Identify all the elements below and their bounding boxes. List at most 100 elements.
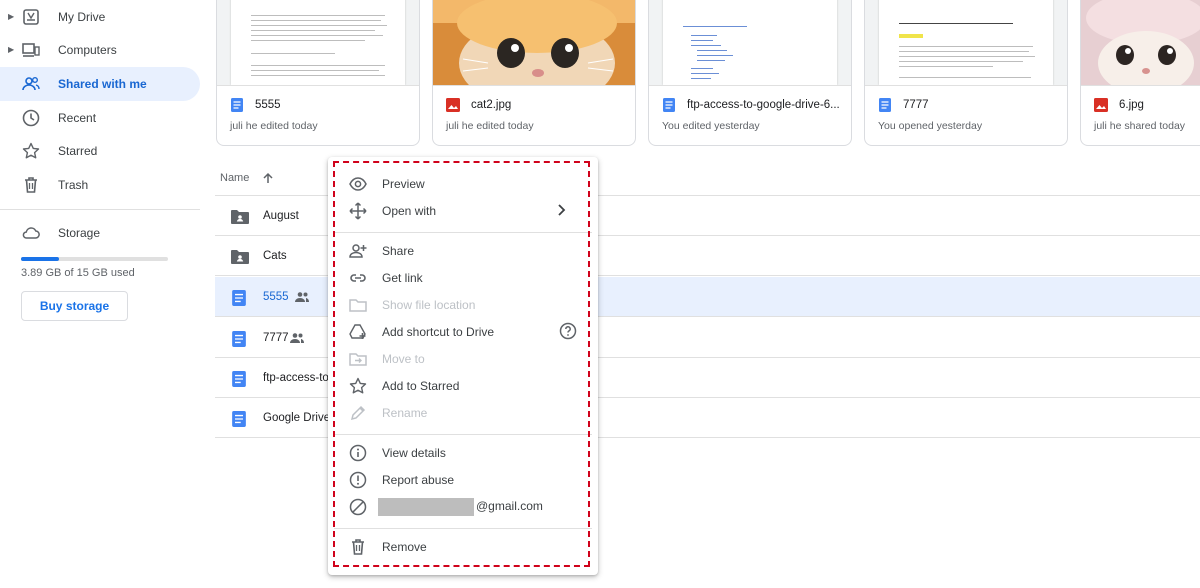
menu-item-label: Rename xyxy=(382,406,428,420)
row-file-name: Cats xyxy=(263,250,287,262)
storage-bar xyxy=(21,257,168,261)
menu-item-label: Show file location xyxy=(382,298,476,312)
menu-item-label: Preview xyxy=(382,177,425,191)
sidebar-item-label: Computers xyxy=(58,43,117,57)
pencil-icon xyxy=(349,404,367,422)
doc-file-icon xyxy=(230,98,244,112)
card-file-meta: You edited yesterday xyxy=(662,120,760,132)
menu-separator xyxy=(334,232,592,233)
move-to-folder-icon xyxy=(349,350,367,368)
menu-item-label: Report abuse xyxy=(382,473,455,487)
expand-caret-icon[interactable]: ▶ xyxy=(8,45,14,54)
row-file-name: 5555 xyxy=(263,291,289,303)
list-header-name[interactable]: Name xyxy=(220,172,274,184)
menu-item-add-shortcut[interactable]: Add shortcut to Drive xyxy=(328,319,598,345)
column-name-label: Name xyxy=(220,172,250,184)
menu-item-move-to: Move to xyxy=(328,346,598,372)
menu-item-label: View details xyxy=(382,446,446,460)
menu-separator xyxy=(334,528,592,529)
sidebar-item-label: My Drive xyxy=(58,10,106,24)
menu-item-get-link[interactable]: Get link xyxy=(328,265,598,291)
menu-item-open-with[interactable]: Open with xyxy=(328,198,598,224)
file-card-6[interactable]: 6.jpg juli he shared today xyxy=(1080,0,1200,146)
card-file-name: 5555 xyxy=(255,99,281,111)
row-file-name: August xyxy=(263,210,299,222)
row-file-name: ftp-access-to xyxy=(263,372,329,384)
menu-item-show-file-location: Show file location xyxy=(328,292,598,318)
buy-storage-button[interactable]: Buy storage xyxy=(21,291,128,321)
sort-arrow-up-icon[interactable] xyxy=(262,172,274,184)
card-file-meta: juli he edited today xyxy=(446,120,534,132)
card-file-meta: juli he shared today xyxy=(1094,120,1186,132)
star-icon xyxy=(22,142,40,160)
card-file-name: ftp-access-to-google-drive-6... xyxy=(687,99,840,111)
doc-thumbnail xyxy=(217,0,419,86)
card-file-name: 6.jpg xyxy=(1119,99,1144,111)
card-file-meta: juli he edited today xyxy=(230,120,318,132)
file-card-cat2[interactable]: cat2.jpg juli he edited today xyxy=(432,0,636,146)
folder-icon xyxy=(349,296,367,314)
menu-item-add-to-starred[interactable]: Add to Starred xyxy=(328,373,598,399)
sidebar-item-label: Storage xyxy=(58,226,101,240)
sidebar-item-recent[interactable]: Recent xyxy=(0,101,200,135)
redacted-email-block xyxy=(378,498,474,516)
info-icon xyxy=(349,444,367,462)
cat-image-thumbnail xyxy=(1081,0,1200,86)
menu-item-block-user[interactable]: @gmail.com xyxy=(328,494,598,520)
storage-used-text: 3.89 GB of 15 GB used xyxy=(21,267,135,279)
sidebar-item-starred[interactable]: Starred xyxy=(0,134,200,168)
help-circle-icon[interactable] xyxy=(559,322,577,340)
cloud-icon xyxy=(22,224,40,242)
sidebar-item-shared-with-me[interactable]: Shared with me xyxy=(0,67,200,101)
menu-item-label: Move to xyxy=(382,352,425,366)
menu-item-preview[interactable]: Preview xyxy=(328,171,598,197)
sidebar-item-label: Trash xyxy=(58,178,89,192)
shared-icon xyxy=(22,75,40,93)
file-card-7777[interactable]: 7777 You opened yesterday xyxy=(864,0,1068,146)
shared-folder-icon xyxy=(231,209,249,225)
shared-people-icon xyxy=(295,291,309,303)
link-icon xyxy=(349,269,367,287)
my-drive-icon xyxy=(22,8,40,26)
drive-app: ▶ My Drive ▶ Computers Shared with me Re… xyxy=(0,0,1200,588)
file-card-5555[interactable]: 5555 juli he edited today xyxy=(216,0,420,146)
sidebar-item-storage[interactable]: Storage xyxy=(0,216,200,250)
eye-icon xyxy=(349,175,367,193)
menu-item-share[interactable]: Share xyxy=(328,238,598,264)
sidebar-divider xyxy=(0,209,200,210)
file-card-ftp-access[interactable]: ftp-access-to-google-drive-6... You edit… xyxy=(648,0,852,146)
doc-file-icon xyxy=(231,411,247,427)
shared-folder-icon xyxy=(231,249,249,265)
sidebar-item-label: Shared with me xyxy=(58,77,147,91)
menu-item-label: Share xyxy=(382,244,415,258)
sidebar-item-my-drive[interactable]: ▶ My Drive xyxy=(0,0,200,34)
menu-separator xyxy=(334,434,592,435)
menu-item-report-abuse[interactable]: Report abuse xyxy=(328,467,598,493)
star-icon xyxy=(349,377,367,395)
sidebar-item-computers[interactable]: ▶ Computers xyxy=(0,33,200,67)
doc-file-icon xyxy=(231,371,247,387)
doc-file-icon xyxy=(878,98,892,112)
doc-thumbnail xyxy=(649,0,851,86)
email-suffix: @gmail.com xyxy=(476,499,543,514)
menu-item-remove[interactable]: Remove xyxy=(328,534,598,560)
menu-item-label: @gmail.com xyxy=(378,498,543,516)
menu-item-rename: Rename xyxy=(328,400,598,426)
sidebar-item-trash[interactable]: Trash xyxy=(0,168,200,202)
card-file-name: cat2.jpg xyxy=(471,99,512,111)
image-file-icon xyxy=(1094,98,1108,112)
card-file-name: 7777 xyxy=(903,99,929,111)
row-file-name: Google Drive's xyxy=(263,412,339,424)
expand-caret-icon[interactable]: ▶ xyxy=(8,12,14,21)
doc-file-icon xyxy=(231,331,247,347)
cat-image-thumbnail xyxy=(433,0,635,86)
trash-icon xyxy=(22,176,40,194)
menu-item-label: Add shortcut to Drive xyxy=(382,325,495,339)
add-shortcut-drive-icon xyxy=(349,323,367,341)
menu-item-view-details[interactable]: View details xyxy=(328,440,598,466)
menu-item-label: Get link xyxy=(382,271,423,285)
card-file-meta: You opened yesterday xyxy=(878,120,983,132)
doc-file-icon xyxy=(231,290,247,306)
menu-item-label: Remove xyxy=(382,540,427,554)
add-person-icon xyxy=(349,242,367,260)
